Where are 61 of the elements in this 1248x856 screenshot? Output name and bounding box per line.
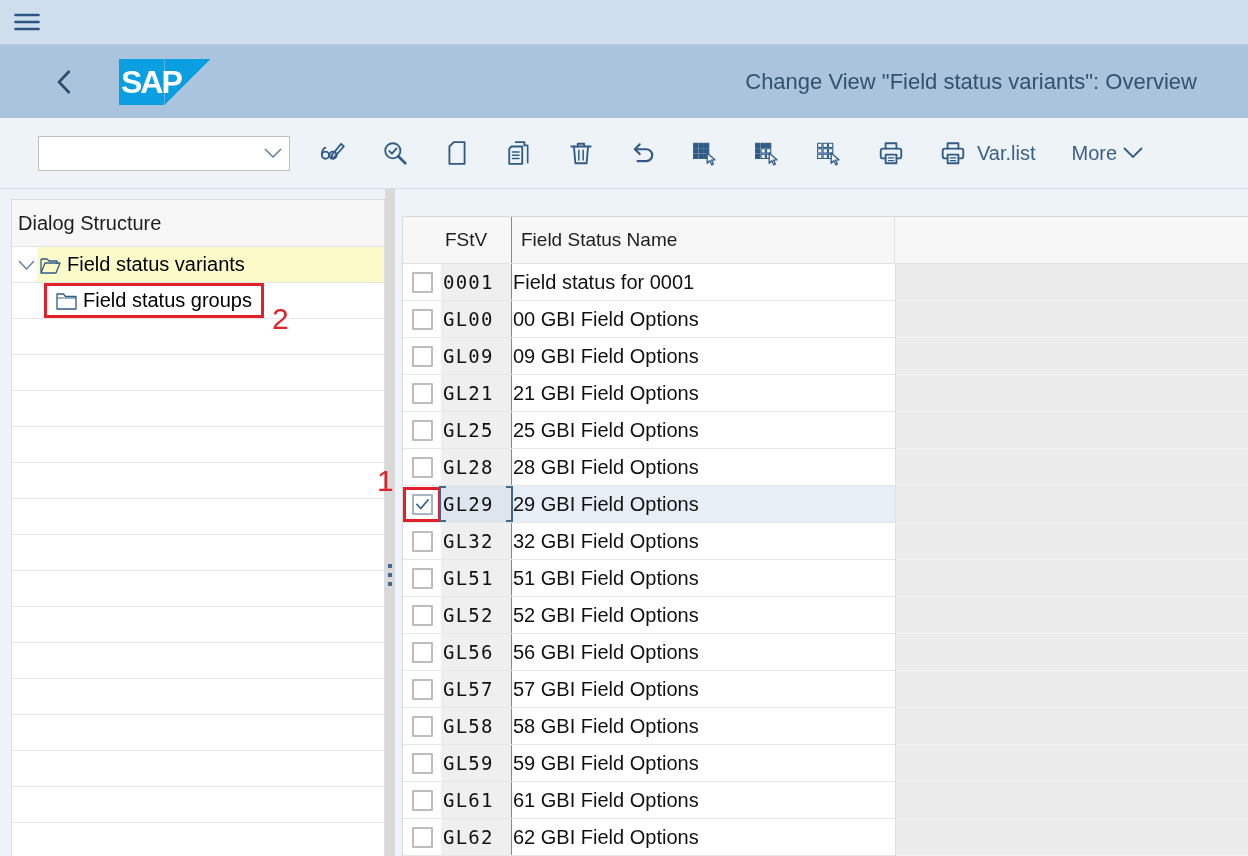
table-cell: GL58 [441, 708, 511, 744]
printer-icon [940, 140, 966, 166]
table-cell: GL28 [441, 449, 511, 485]
tree-item[interactable]: Field status variants [37, 247, 384, 282]
checkbox[interactable] [411, 826, 433, 848]
more-button[interactable]: More [1053, 132, 1162, 174]
checkbox[interactable] [411, 678, 433, 700]
outline-grid-cursor-icon [816, 140, 842, 166]
checkbox[interactable] [411, 419, 433, 441]
table-cell: GL25 [441, 412, 511, 448]
checkbox[interactable] [411, 715, 433, 737]
menu-icon [14, 13, 40, 31]
table-cell: GL52 [441, 597, 511, 633]
checkbox[interactable] [411, 308, 433, 330]
logo: SAP [119, 58, 210, 105]
column-header[interactable]: FStV [441, 217, 511, 263]
half-filled-grid-cursor-icon [754, 140, 780, 166]
checkbox[interactable] [411, 382, 433, 404]
filled-grid-cursor-icon [692, 140, 718, 166]
chevron-down-icon [18, 259, 35, 270]
checkbox[interactable] [411, 641, 433, 663]
callout-number: 1 [377, 466, 394, 496]
chevron-down-icon [1123, 147, 1144, 159]
chevron-down-icon [264, 148, 282, 158]
table-cell: GL29 [441, 486, 511, 522]
trash-icon [568, 140, 594, 166]
table-cell: GL51 [441, 560, 511, 596]
table-cell: GL61 [441, 782, 511, 818]
menu-button[interactable] [14, 12, 40, 32]
grip-dots-icon [388, 563, 392, 587]
window-title: Change View "Field status variants": Overview [745, 68, 1197, 95]
checkmark-icon [415, 498, 429, 510]
toolbar-button[interactable]: Var.list [922, 132, 1054, 174]
splitter-handle[interactable] [387, 563, 393, 587]
chevron-left-icon [57, 69, 71, 94]
table-cell: 29 GBI Field Options [511, 486, 895, 522]
checkbox[interactable] [411, 567, 433, 589]
checkbox[interactable] [411, 271, 433, 293]
checkbox[interactable] [411, 752, 433, 774]
table-cell: 0001 [441, 264, 511, 300]
checkbox[interactable] [411, 345, 433, 367]
table-cell: GL62 [441, 819, 511, 855]
magnifier-check-icon [382, 140, 408, 166]
printer-icon [878, 140, 904, 166]
checkbox[interactable] [411, 604, 433, 626]
checkbox[interactable] [411, 456, 433, 478]
table-cell: GL21 [441, 375, 511, 411]
table-cell: GL57 [441, 671, 511, 707]
tree-item[interactable]: Field status groups [53, 286, 252, 315]
column-header[interactable]: Field Status Name [511, 217, 895, 263]
checkbox[interactable] [411, 789, 433, 811]
dropdown-field[interactable] [38, 135, 290, 171]
table-cell: GL56 [441, 634, 511, 670]
checkbox[interactable] [411, 493, 433, 515]
panel-title: Dialog Structure [12, 200, 384, 247]
callout-number: 2 [272, 304, 289, 334]
table-cell: GL00 [441, 301, 511, 337]
table-cell: GL09 [441, 338, 511, 374]
table-cell: GL59 [441, 745, 511, 781]
checkbox[interactable] [411, 530, 433, 552]
table-cell: GL32 [441, 523, 511, 559]
